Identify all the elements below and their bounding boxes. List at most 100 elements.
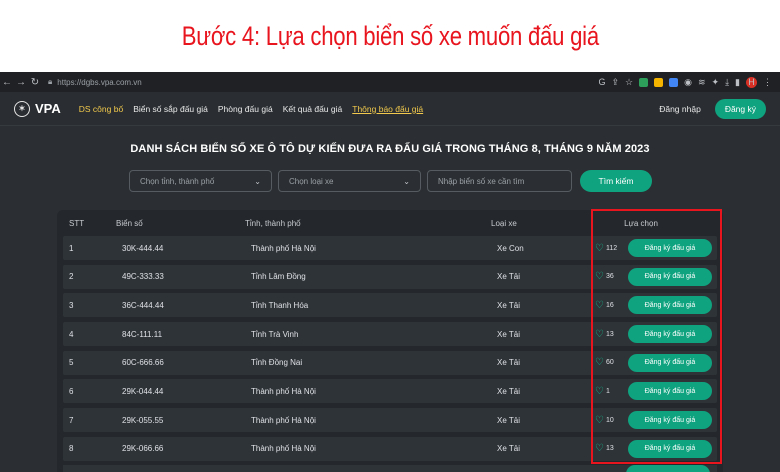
login-link[interactable]: Đăng nhập bbox=[659, 104, 701, 114]
google-icon[interactable]: G bbox=[598, 77, 605, 87]
cell-action: ♡ 13 Đăng ký đấu giá bbox=[595, 325, 717, 344]
heart-icon[interactable]: ♡ bbox=[595, 271, 604, 282]
heart-icon[interactable]: ♡ bbox=[595, 357, 604, 368]
like-count: 13 bbox=[605, 330, 614, 338]
menu-item-announcements[interactable]: Thông báo đấu giá bbox=[352, 104, 423, 114]
cell-plate: 29K-055.55 bbox=[122, 415, 164, 425]
cell-action: ♡ 16 Đăng ký đấu giá bbox=[595, 296, 717, 315]
province-placeholder: Chọn tỉnh, thành phố bbox=[140, 176, 215, 186]
cell-action: ♡ 112 Đăng ký đấu giá bbox=[595, 239, 717, 257]
plate-search-input[interactable]: Nhập biển số xe cần tìm bbox=[427, 170, 572, 192]
cell-action: ♡ 60 Đăng ký đấu giá bbox=[595, 353, 717, 372]
heart-icon[interactable]: ♡ bbox=[595, 443, 604, 454]
menu-item-ds-cong-bo[interactable]: DS công bố bbox=[79, 104, 123, 114]
vehicle-type-select[interactable]: Chọn loại xe ⌄ bbox=[278, 170, 421, 192]
like-count: 112 bbox=[605, 244, 618, 252]
register-auction-button-partial[interactable] bbox=[626, 465, 710, 472]
cell-city: Tỉnh Đồng Nai bbox=[251, 358, 303, 368]
page-title: DANH SÁCH BIỂN SỐ XE Ô TÔ DỰ KIẾN ĐƯA RA… bbox=[130, 143, 650, 155]
register-auction-button[interactable]: Đăng ký đấu giá bbox=[628, 239, 712, 257]
table-row: 3 36C-444.44 Tỉnh Thanh Hóa Xe Tải ♡ 16 Đăng k… bbox=[63, 293, 717, 318]
cell-stt: 8 bbox=[69, 444, 74, 454]
download-icon[interactable]: ⤓ bbox=[725, 77, 729, 88]
cell-type: Xe Tải bbox=[497, 272, 520, 282]
cell-city: Thành phố Hà Nội bbox=[251, 415, 316, 425]
menu-item-auction-room[interactable]: Phòng đấu giá bbox=[218, 104, 273, 114]
site-logo[interactable]: ✶ VPA bbox=[14, 100, 61, 117]
register-auction-button[interactable]: Đăng ký đấu giá bbox=[628, 353, 712, 372]
register-auction-button[interactable]: Đăng ký đấu giá bbox=[628, 411, 712, 430]
sidebar-icon[interactable]: ▮ bbox=[735, 77, 740, 88]
forward-icon[interactable]: → bbox=[14, 77, 28, 88]
cell-stt: 3 bbox=[69, 300, 74, 310]
table-row: 2 49C-333.33 Tỉnh Lâm Đồng Xe Tải ♡ 36 Đăng ký… bbox=[63, 264, 717, 289]
browser-toolbar: ← → ↻ 🔒︎ https://dgbs.vpa.com.vn G ⇪ ☆ ◉… bbox=[0, 72, 780, 92]
cell-action: ♡ 36 Đăng ký đấu giá bbox=[595, 267, 717, 286]
profile-avatar[interactable]: H bbox=[746, 76, 757, 88]
cell-type: Xe Tải bbox=[497, 415, 520, 425]
plates-table: STT Biển số Tỉnh, thành phố Loại xe Lựa … bbox=[57, 210, 723, 472]
heart-icon[interactable]: ♡ bbox=[595, 329, 604, 340]
blue-extension-icon[interactable] bbox=[669, 77, 679, 87]
register-auction-button[interactable]: Đăng ký đấu giá bbox=[628, 382, 712, 401]
extensions-area: G ⇪ ☆ ◉ ≋ ✦ ⤓ ▮ H ⋮ bbox=[598, 76, 780, 88]
cell-action: ♡ 10 Đăng ký đấu giá bbox=[595, 411, 717, 430]
cell-type: Xe Tải bbox=[497, 386, 520, 396]
heart-icon[interactable]: ♡ bbox=[595, 386, 604, 397]
register-auction-button[interactable]: Đăng ký đấu giá bbox=[628, 439, 712, 458]
star-icon[interactable]: ☆ bbox=[625, 77, 633, 88]
table-row: 5 60C-666.66 Tỉnh Đồng Nai Xe Tải ♡ 60 Đăng ký… bbox=[63, 350, 717, 375]
table-row: 4 84C-111.11 Tỉnh Trà Vinh Xe Tải ♡ 13 Đăng ký… bbox=[63, 322, 717, 347]
province-select[interactable]: Chọn tỉnh, thành phố ⌄ bbox=[129, 170, 272, 192]
heart-icon[interactable]: ♡ bbox=[595, 415, 604, 426]
audio-icon[interactable]: ◉ bbox=[684, 77, 692, 88]
vehicle-type-placeholder: Chọn loại xe bbox=[289, 176, 334, 186]
cell-plate: 29K-044.44 bbox=[122, 386, 164, 396]
table-row: 7 29K-055.55 Thành phố Hà Nội Xe Tải ♡ 10 Đăng… bbox=[63, 408, 717, 433]
back-icon[interactable]: ← bbox=[0, 77, 14, 88]
cell-stt: 4 bbox=[69, 329, 74, 339]
cell-city: Thành phố Hà Nội bbox=[251, 386, 316, 396]
shield-extension-icon[interactable] bbox=[639, 77, 649, 87]
logo-text: VPA bbox=[35, 101, 61, 116]
search-button[interactable]: Tìm kiếm bbox=[580, 170, 652, 192]
register-button[interactable]: Đăng ký bbox=[714, 98, 766, 119]
reload-icon[interactable]: ↻ bbox=[28, 77, 42, 88]
cell-plate: 29K-066.66 bbox=[122, 444, 164, 454]
chevron-down-icon: ⌄ bbox=[403, 176, 410, 186]
address-bar[interactable]: 🔒︎ https://dgbs.vpa.com.vn bbox=[48, 77, 142, 87]
table-body: 1 30K-444.44 Thành phố Hà Nội Xe Con ♡ 112 Đăn… bbox=[57, 236, 723, 461]
menu-kebab-icon[interactable]: ⋮ bbox=[763, 77, 772, 88]
header-city: Tỉnh, thành phố bbox=[245, 218, 301, 228]
header-type: Loại xe bbox=[491, 218, 517, 228]
register-auction-button[interactable]: Đăng ký đấu giá bbox=[628, 296, 712, 315]
register-auction-button[interactable]: Đăng ký đấu giá bbox=[628, 325, 712, 344]
like-count: 10 bbox=[605, 416, 614, 424]
like-count: 1 bbox=[605, 387, 610, 395]
puzzle-icon[interactable]: ✦ bbox=[712, 77, 720, 88]
cell-action: ♡ 13 Đăng ký đấu giá bbox=[595, 439, 717, 458]
register-auction-button[interactable]: Đăng ký đấu giá bbox=[628, 267, 712, 286]
cell-type: Xe Tải bbox=[497, 329, 520, 339]
chevron-down-icon: ⌄ bbox=[254, 176, 261, 186]
emblem-icon: ✶ bbox=[14, 100, 30, 117]
table-row-partial bbox=[63, 465, 717, 472]
heart-icon[interactable]: ♡ bbox=[595, 300, 604, 311]
share-icon[interactable]: ⇪ bbox=[611, 77, 619, 88]
cell-city: Thành phố Hà Nội bbox=[251, 444, 316, 454]
table-row: 8 29K-066.66 Thành phố Hà Nội Xe Tải ♡ 13 Đăng… bbox=[63, 436, 717, 461]
table-header: STT Biển số Tỉnh, thành phố Loại xe Lựa … bbox=[57, 210, 723, 236]
translate-extension-icon[interactable] bbox=[654, 77, 664, 87]
menu-item-upcoming[interactable]: Biển số sắp đấu giá bbox=[133, 104, 208, 114]
menu-item-results[interactable]: Kết quả đấu giá bbox=[283, 104, 343, 114]
table-row: 6 29K-044.44 Thành phố Hà Nội Xe Tải ♡ 1 Đăng … bbox=[63, 379, 717, 404]
cell-city: Tỉnh Trà Vinh bbox=[251, 329, 299, 339]
cell-stt: 6 bbox=[69, 386, 74, 396]
cell-stt: 5 bbox=[69, 358, 74, 368]
tutorial-caption: Bước 4: Lựa chọn biển số xe muốn đấu giá bbox=[0, 0, 780, 72]
url-text: https://dgbs.vpa.com.vn bbox=[57, 77, 142, 87]
heart-icon[interactable]: ♡ bbox=[595, 243, 604, 254]
plate-search-placeholder: Nhập biển số xe cần tìm bbox=[438, 176, 525, 186]
header-stt: STT bbox=[69, 218, 85, 228]
wave-icon[interactable]: ≋ bbox=[698, 77, 706, 88]
